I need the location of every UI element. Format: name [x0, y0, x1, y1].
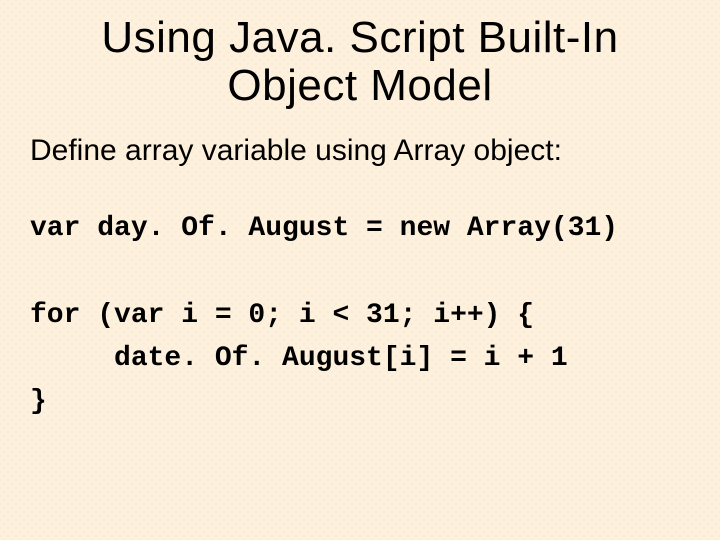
lead-text: Define array variable using Array object… — [30, 133, 690, 169]
code-line-3: for (var i = 0; i < 31; i++) { — [30, 300, 534, 331]
slide-title: Using Java. Script Built-In Object Model — [0, 0, 720, 111]
code-block: var day. Of. August = new Array(31) for … — [30, 207, 690, 424]
code-line-1: var day. Of. August = new Array(31) — [30, 213, 618, 244]
code-line-4: date. Of. August[i] = i + 1 — [30, 343, 568, 374]
slide-body: Define array variable using Array object… — [0, 111, 720, 424]
title-line-2: Object Model — [0, 62, 720, 110]
slide: Using Java. Script Built-In Object Model… — [0, 0, 720, 540]
title-line-1: Using Java. Script Built-In — [0, 14, 720, 62]
code-line-5: } — [30, 386, 47, 417]
